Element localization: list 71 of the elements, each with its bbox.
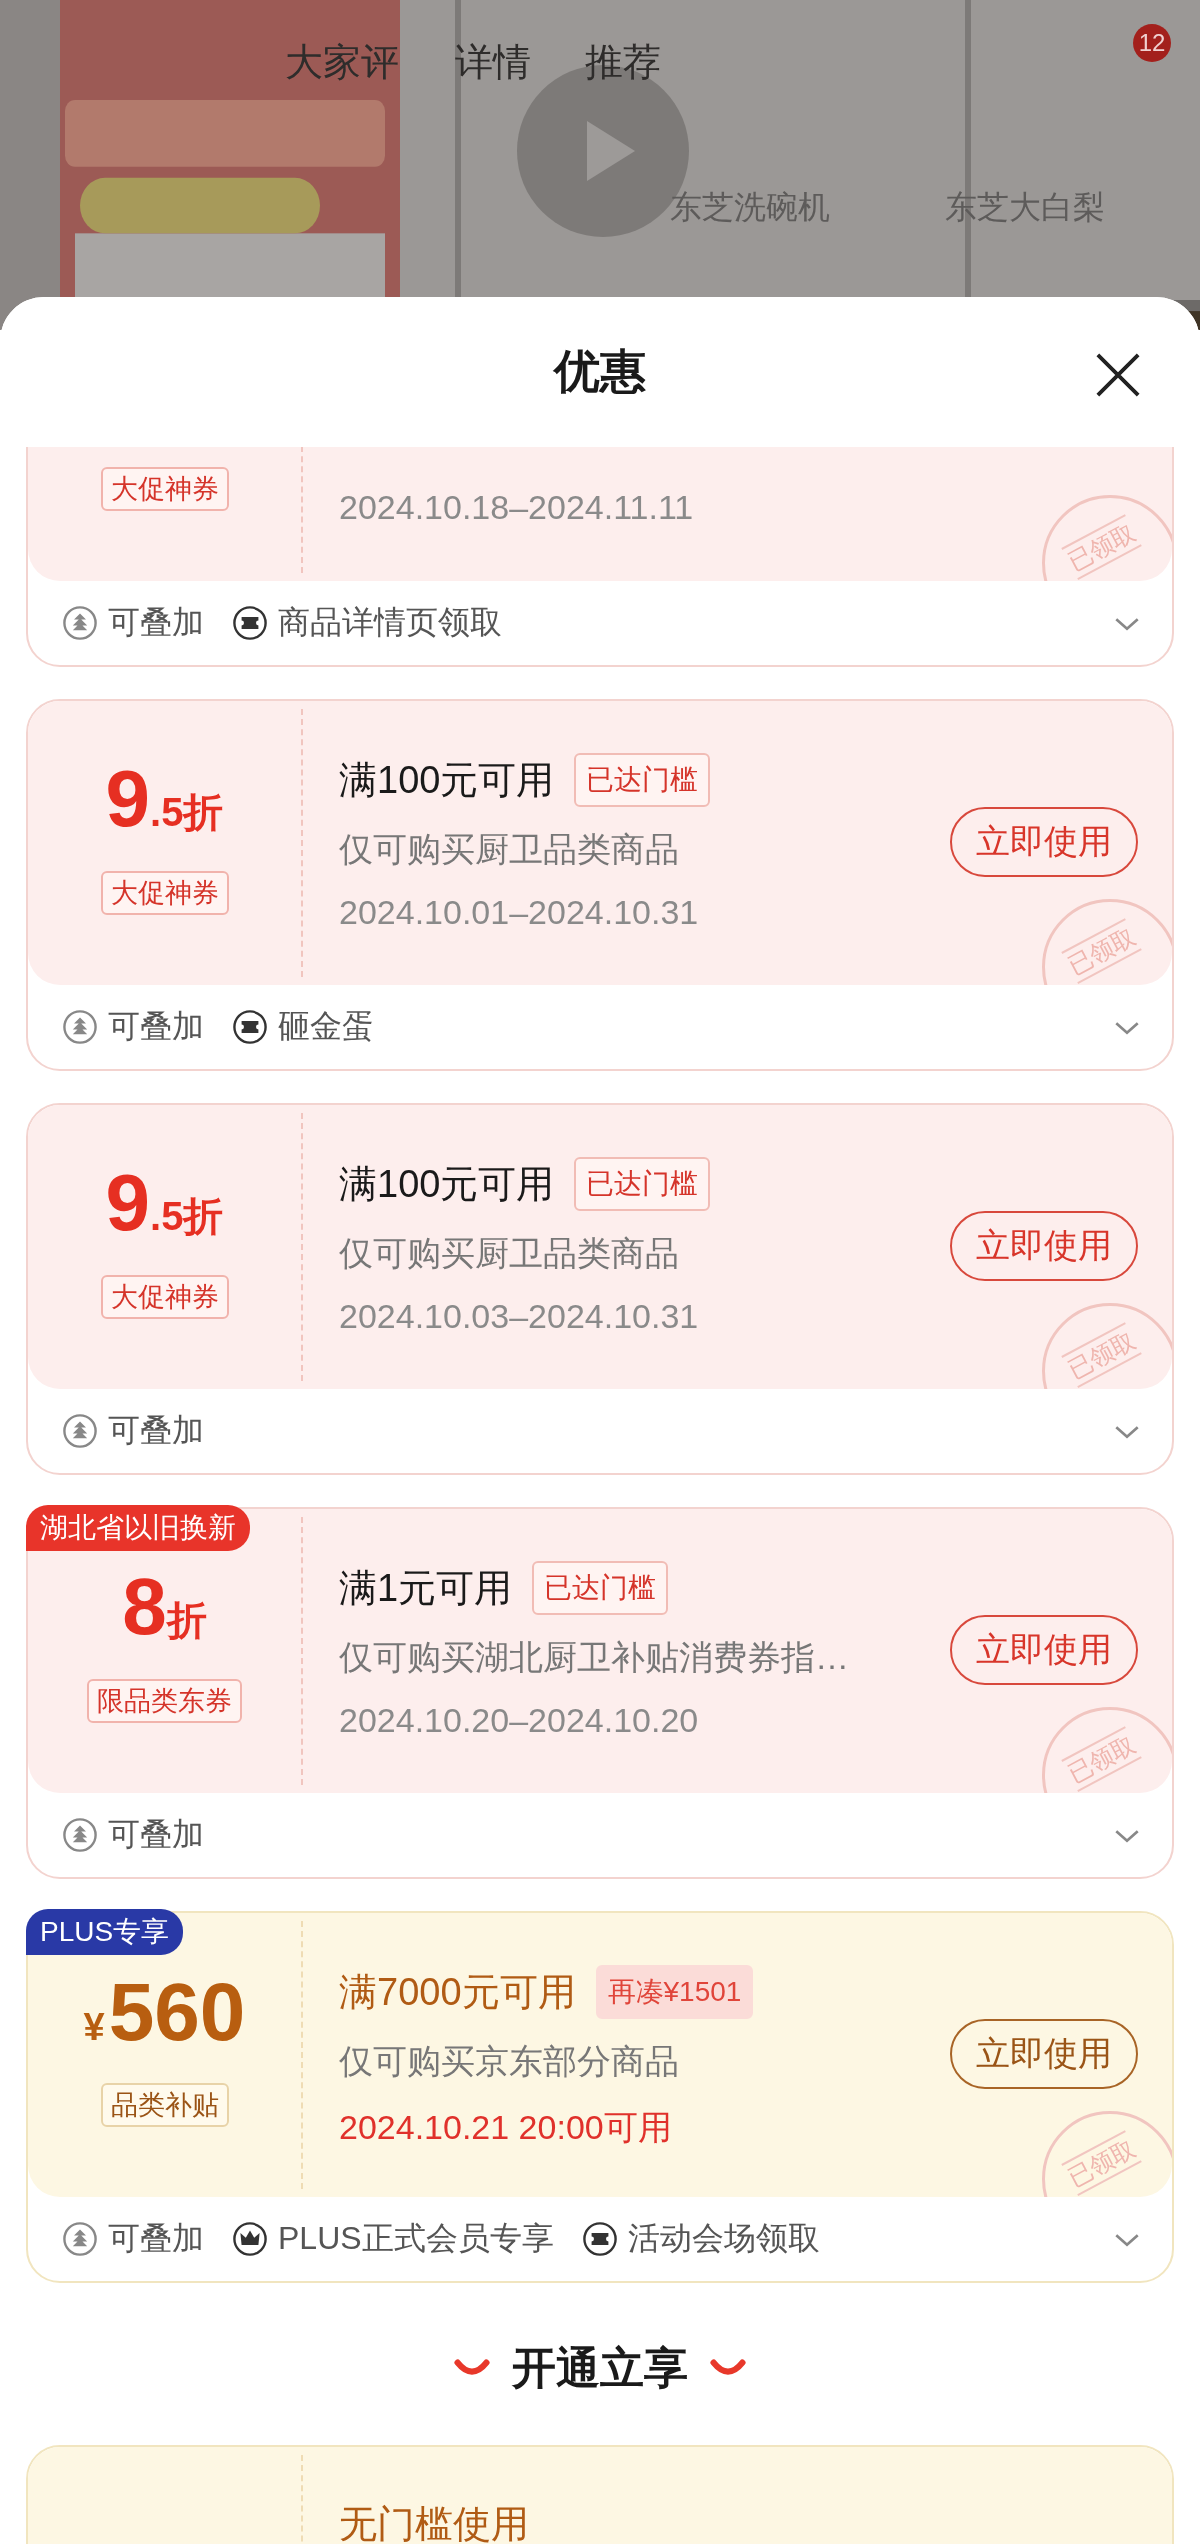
feature-label: 可叠加 <box>108 1411 204 1450</box>
ticket-icon <box>581 2221 618 2257</box>
corner-label: PLUS专享 <box>26 1909 184 1955</box>
use-now-button[interactable]: 立即使用 <box>950 1211 1138 1281</box>
coupon-condition: 满1元可用 <box>339 1565 513 1611</box>
page-tab[interactable]: 推荐 <box>585 40 661 86</box>
coupon-type-tag: 大促神券 <box>100 1275 229 1319</box>
corner-label: 湖北省以旧换新 <box>26 1505 250 1551</box>
use-now-button[interactable]: 立即使用 <box>950 807 1138 877</box>
threshold-tag: 已达门槛 <box>574 753 711 807</box>
coupon-type-tag: 品类补贴 <box>100 2083 229 2127</box>
coupon-scope: 仅可购买厨卫品类商品 <box>339 829 679 870</box>
claimed-stamp: 已领取 <box>1042 2111 1172 2197</box>
feature-label: 砸金蛋 <box>278 1007 374 1046</box>
feature-label: PLUS正式会员专享 <box>278 2219 554 2258</box>
coupon-type-tag: 限品类东券 <box>87 1679 242 1723</box>
coupon-value: 9.5折 <box>105 759 224 845</box>
validity-date: 2024.10.03–2024.10.31 <box>339 1297 699 1336</box>
feature-label: 活动会场领取 <box>627 2219 820 2258</box>
use-now-button[interactable]: 立即使用 <box>950 1615 1138 1685</box>
crown-icon <box>232 2221 268 2257</box>
coupon-condition: 满7000元可用 <box>339 1969 576 2015</box>
validity-date: 2024.10.21 20:00可用 <box>339 2107 672 2148</box>
ticket-icon <box>232 605 268 641</box>
smile-icon <box>454 2359 490 2377</box>
stack-icon <box>62 1413 98 1449</box>
chevron-down-icon[interactable] <box>1114 617 1140 632</box>
stack-icon <box>62 1009 98 1045</box>
close-icon[interactable] <box>1094 351 1142 399</box>
stack-icon <box>62 2221 98 2257</box>
stack-icon <box>62 1817 98 1853</box>
feature-label: 商品详情页领取 <box>278 603 502 642</box>
feature-label: 可叠加 <box>108 2219 204 2258</box>
coupon-value: 8折 <box>122 1567 207 1653</box>
coupon-scope: 仅可购买京东部分商品 <box>339 2041 679 2082</box>
coupon-type-tag: 大促神券 <box>100 871 229 915</box>
coupon-type-tag: 大促神券 <box>100 467 229 511</box>
claimed-stamp: 已领取 <box>1042 495 1172 581</box>
threshold-tag: 已达门槛 <box>532 1561 669 1615</box>
coupon-value: ¥560 <box>83 1971 246 2059</box>
feature-label: 可叠加 <box>108 1007 204 1046</box>
chevron-down-icon[interactable] <box>1114 1425 1140 1440</box>
claimed-stamp: 已领取 <box>1042 1707 1172 1793</box>
use-now-button[interactable]: 立即使用 <box>950 2019 1138 2089</box>
coupon-value: 9.5折 <box>105 1163 224 1249</box>
ticket-icon <box>232 1009 268 1045</box>
coupon-scope: 仅可购买厨卫品类商品 <box>339 1233 679 1274</box>
stack-icon <box>62 605 98 641</box>
coupon-condition: 满100元可用 <box>339 1161 555 1207</box>
validity-date: 2024.10.20–2024.10.20 <box>339 1701 699 1740</box>
section-title: 开通立享 <box>512 2341 688 2394</box>
page-tab[interactable]: 详情 <box>455 40 531 86</box>
page-tab[interactable]: 大家评 <box>285 40 399 86</box>
coupon-condition: 满100元可用 <box>339 757 555 803</box>
smile-icon <box>710 2359 746 2377</box>
suggestion-chip[interactable]: 东芝洗碗机 <box>646 187 854 229</box>
chevron-down-icon[interactable] <box>1114 2233 1140 2248</box>
claimed-stamp: 已领取 <box>1042 1303 1172 1389</box>
claimed-stamp: 已领取 <box>1042 899 1172 985</box>
coupon-condition: 无门槛使用 <box>339 2502 529 2544</box>
threshold-tag: 再凑¥1501 <box>595 1965 754 2019</box>
validity-date: 2024.10.18–2024.11.11 <box>339 488 694 527</box>
validity-date: 2024.10.01–2024.10.31 <box>339 893 699 932</box>
chevron-down-icon[interactable] <box>1114 1829 1140 1844</box>
sheet-title: 优惠 <box>554 344 646 399</box>
coupon-scope: 仅可购买湖北厨卫补贴消费券指… <box>339 1637 849 1678</box>
suggestion-chip[interactable]: 东芝大白梨 <box>921 187 1129 229</box>
chevron-down-icon[interactable] <box>1114 1021 1140 1036</box>
threshold-tag: 已达门槛 <box>574 1157 711 1211</box>
feature-label: 可叠加 <box>108 603 204 642</box>
feature-label: 可叠加 <box>108 1815 204 1854</box>
